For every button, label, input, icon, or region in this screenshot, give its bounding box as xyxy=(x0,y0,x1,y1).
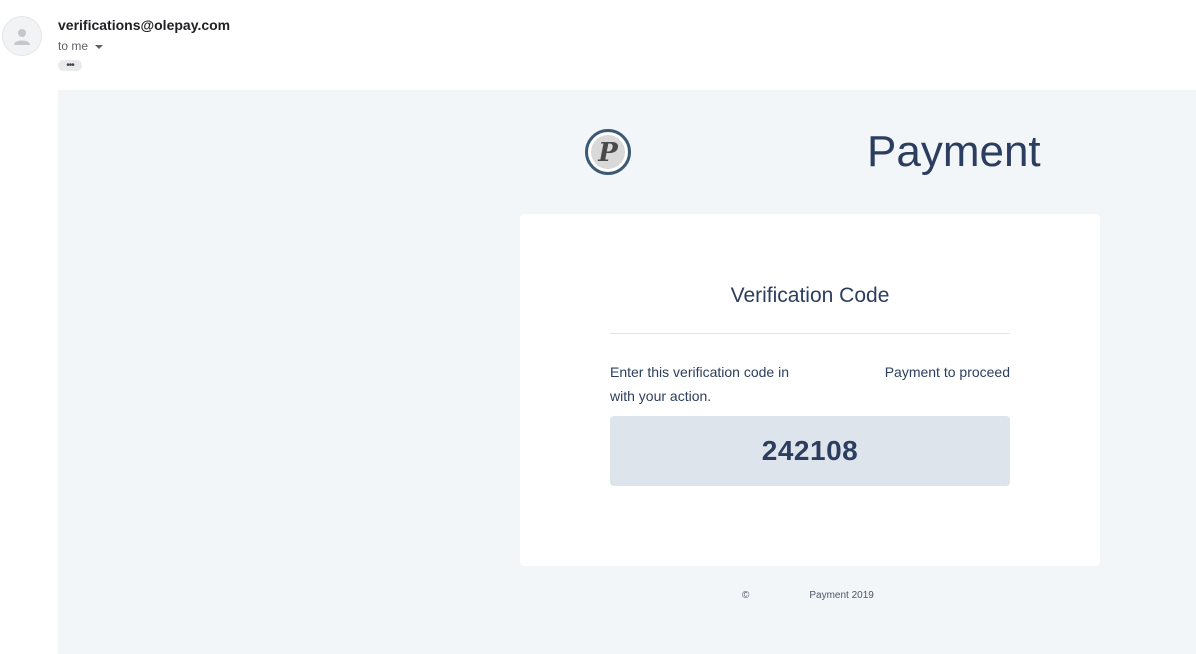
copyright-symbol: © xyxy=(742,590,750,601)
logo-letter: P xyxy=(597,138,619,168)
divider xyxy=(610,333,1010,334)
code-box: 242108 xyxy=(610,416,1010,486)
caret-down-icon[interactable] xyxy=(95,44,104,49)
sender-email[interactable]: verifications@olepay.com xyxy=(58,17,230,33)
brand-title: Payment xyxy=(867,127,1041,176)
sender-avatar[interactable] xyxy=(2,16,42,56)
instruction-part3: with your action. xyxy=(610,388,712,404)
footer: © Payment 2019 xyxy=(742,590,874,601)
p-logo-icon: P xyxy=(585,129,631,175)
instruction-part2: Payment to proceed xyxy=(884,364,1010,380)
footer-text: Payment 2019 xyxy=(809,590,874,601)
recipient-toggle[interactable]: to me xyxy=(58,39,104,53)
person-icon xyxy=(14,29,30,45)
recipient-label: to me xyxy=(58,39,89,53)
verification-card: Verification Code Enter this verificatio… xyxy=(520,214,1100,566)
instructions: Enter this verification code in Payment … xyxy=(610,360,1010,408)
card-title: Verification Code xyxy=(730,284,890,307)
email-body: P Payment Verification Code Enter this v… xyxy=(58,90,1196,654)
instruction-part1: Enter this verification code in xyxy=(610,364,789,380)
show-trimmed-content-button[interactable]: ••• xyxy=(58,60,82,71)
email-view: verifications@olepay.com to me ••• P Pay… xyxy=(0,0,1196,654)
verification-code[interactable]: 242108 xyxy=(762,435,858,467)
